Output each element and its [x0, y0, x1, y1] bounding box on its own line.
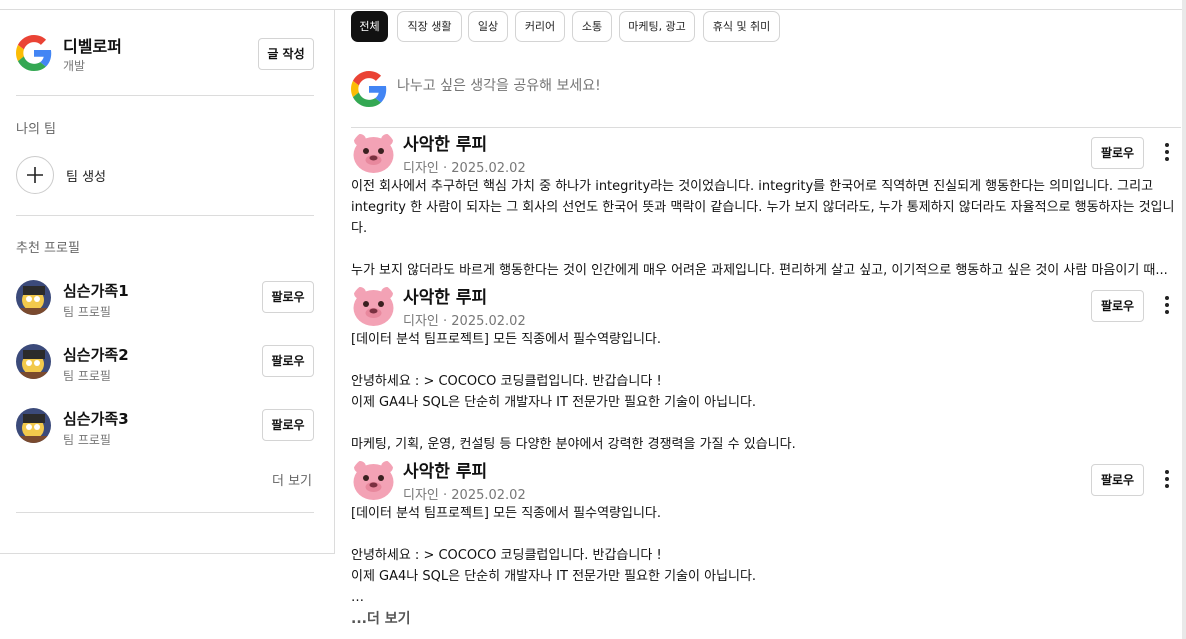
post-author[interactable]: 사악한 루피 — [403, 283, 487, 308]
follow-button[interactable]: 팔로우 — [1091, 464, 1144, 496]
recommended-profile: 심슨가족2 팀 프로필 팔로우 — [16, 344, 314, 384]
post-body[interactable]: 이전 회사에서 추구하던 핵심 가치 중 하나가 integrity라는 것이었… — [351, 176, 1177, 281]
post-meta: 디자인 · 2025.02.02 — [403, 161, 526, 176]
post-body[interactable]: [데이터 분석 팀프로젝트] 모든 직종에서 필수역량입니다. 안녕하세요 : … — [351, 503, 1177, 608]
tab-hobby[interactable]: 휴식 및 취미 — [703, 11, 780, 42]
avatar[interactable] — [351, 129, 396, 174]
post-meta: 디자인 · 2025.02.02 — [403, 488, 526, 503]
tab-all[interactable]: 전체 — [351, 11, 388, 42]
feed-post: 사악한 루피 디자인 · 2025.02.02 팔로우 이전 회사에서 추구하던… — [351, 129, 1181, 281]
write-post-button[interactable]: 글 작성 — [258, 38, 314, 70]
read-more-link[interactable]: ...더 보기 — [351, 608, 410, 628]
more-profiles-link[interactable]: 더 보기 — [272, 470, 312, 489]
tab-career[interactable]: 커리어 — [515, 11, 565, 42]
post-meta: 디자인 · 2025.02.02 — [403, 314, 526, 329]
my-profile: 디벨로퍼 개발 글 작성 — [16, 32, 314, 86]
post-author[interactable]: 사악한 루피 — [403, 457, 487, 482]
recommended-name[interactable]: 심슨가족1 — [63, 280, 129, 301]
feed-post: 사악한 루피 디자인 · 2025.02.02 팔로우 [데이터 분석 팀프로젝… — [351, 282, 1181, 454]
post-input[interactable] — [397, 78, 997, 94]
post-author[interactable]: 사악한 루피 — [403, 130, 487, 155]
recommended-name[interactable]: 심슨가족2 — [63, 344, 129, 365]
avatar[interactable] — [16, 408, 51, 443]
tab-work-life[interactable]: 직장 생활 — [397, 11, 462, 42]
sidebar-divider — [16, 215, 314, 216]
follow-button[interactable]: 팔로우 — [262, 281, 314, 313]
feed-post: 사악한 루피 디자인 · 2025.02.02 팔로우 [데이터 분석 팀프로젝… — [351, 456, 1181, 639]
google-logo-icon — [16, 35, 52, 71]
page-scrollbar[interactable] — [1182, 0, 1186, 639]
profile-name: 디벨로퍼 — [63, 37, 122, 56]
sidebar-divider — [16, 512, 314, 513]
follow-button[interactable]: 팔로우 — [262, 345, 314, 377]
profile-role: 개발 — [63, 59, 86, 73]
follow-button[interactable]: 팔로우 — [1091, 290, 1144, 322]
recommended-subtitle: 팀 프로필 — [63, 305, 111, 319]
tab-daily[interactable]: 일상 — [468, 11, 508, 42]
create-team-button[interactable]: 팀 생성 — [16, 155, 216, 195]
avatar[interactable] — [16, 280, 51, 315]
avatar[interactable] — [351, 282, 396, 327]
follow-button[interactable]: 팔로우 — [1091, 137, 1144, 169]
recommended-subtitle: 팀 프로필 — [63, 433, 111, 447]
avatar[interactable] — [16, 344, 51, 379]
recommended-profile: 심슨가족3 팀 프로필 팔로우 — [16, 408, 314, 448]
more-options-icon[interactable] — [1162, 470, 1172, 490]
follow-button[interactable]: 팔로우 — [262, 409, 314, 441]
post-body[interactable]: [데이터 분석 팀프로젝트] 모든 직종에서 필수역량입니다. 안녕하세요 : … — [351, 329, 1177, 455]
more-options-icon[interactable] — [1162, 143, 1172, 163]
recommended-title: 추천 프로필 — [16, 241, 80, 256]
my-team-title: 나의 팀 — [16, 122, 57, 137]
more-options-icon[interactable] — [1162, 296, 1172, 316]
recommended-subtitle: 팀 프로필 — [63, 369, 111, 383]
post-composer — [351, 70, 1181, 128]
tab-marketing[interactable]: 마케팅, 광고 — [619, 11, 695, 42]
recommended-name[interactable]: 심슨가족3 — [63, 408, 129, 429]
sidebar: 디벨로퍼 개발 글 작성 나의 팀 팀 생성 추천 프로필 심슨가족1 팀 프로… — [0, 10, 335, 554]
google-logo-icon — [351, 71, 387, 107]
recommended-profile: 심슨가족1 팀 프로필 팔로우 — [16, 280, 314, 320]
tab-communication[interactable]: 소통 — [572, 11, 612, 42]
plus-icon — [16, 156, 54, 194]
sidebar-divider — [16, 95, 314, 96]
avatar[interactable] — [351, 456, 396, 501]
create-team-label: 팀 생성 — [66, 170, 107, 185]
